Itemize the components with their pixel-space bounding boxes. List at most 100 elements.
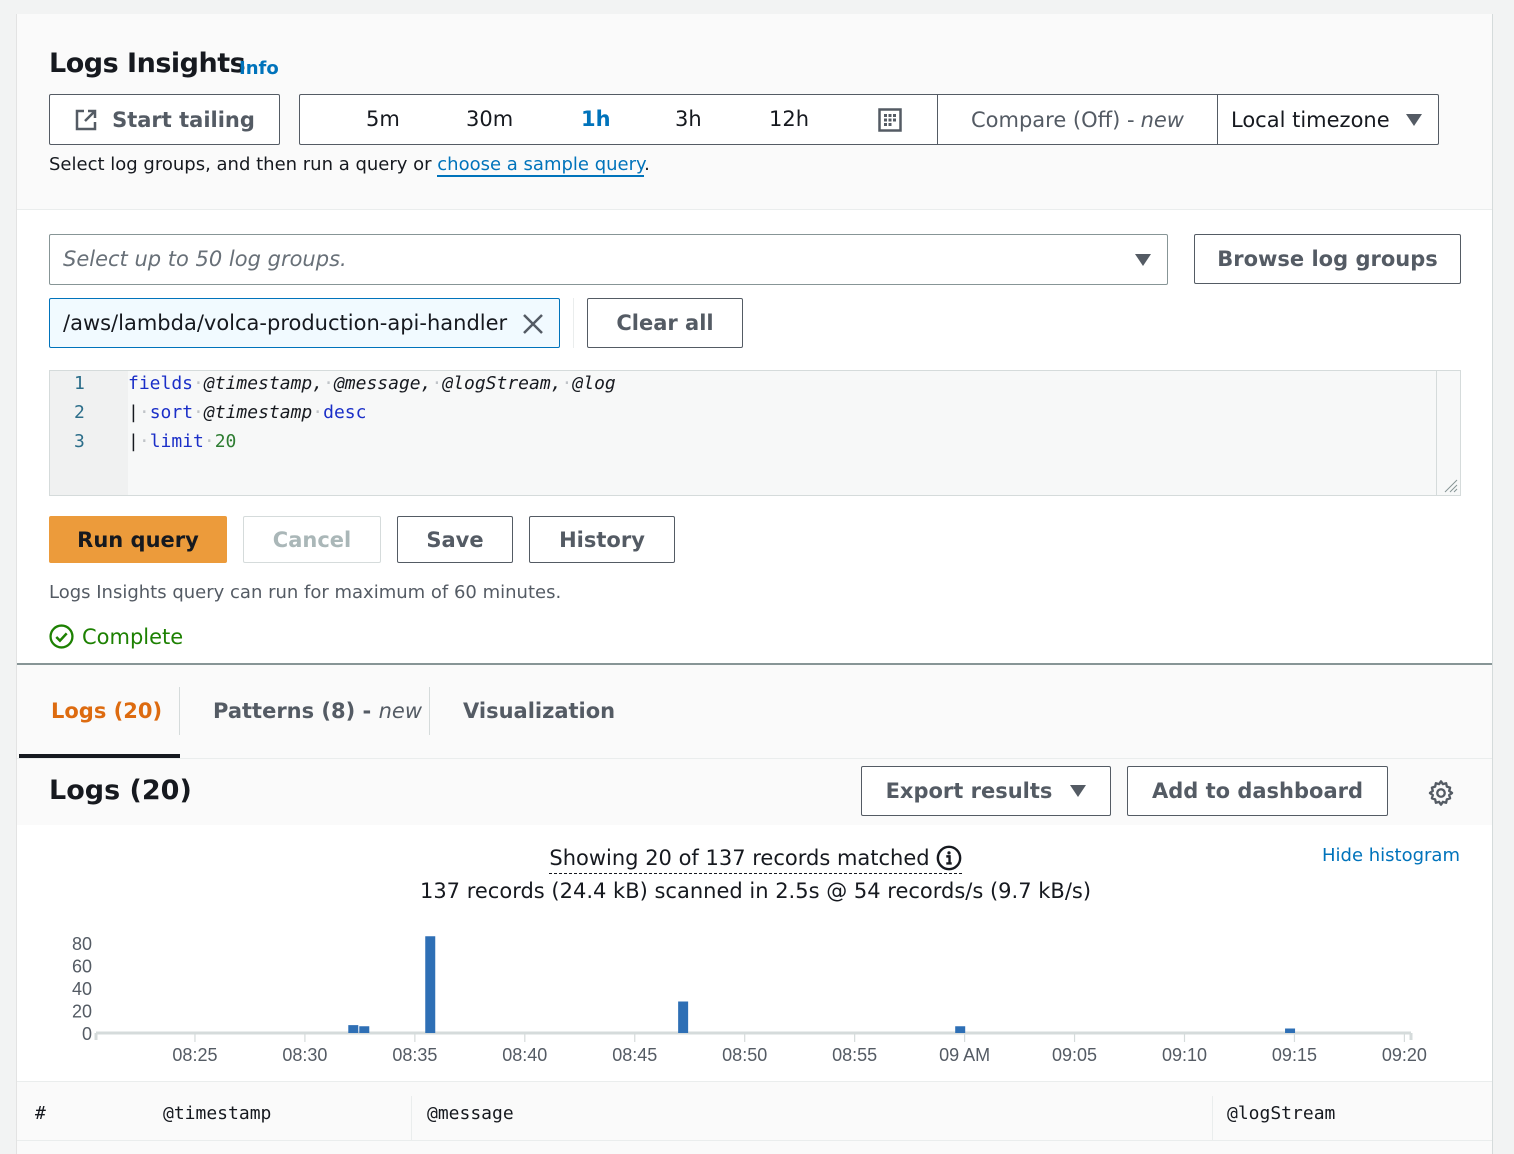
log-group-select[interactable]: Select up to 50 log groups. xyxy=(49,234,1168,285)
editor-scrollbar[interactable] xyxy=(1436,371,1460,495)
results-table-header: # @timestamp @message @logStream xyxy=(17,1081,1492,1141)
query-editor[interactable]: 1 2 3 fields·@timestamp,·@message,·@logS… xyxy=(49,370,1461,496)
history-button[interactable]: History xyxy=(529,516,675,563)
add-to-dashboard-button[interactable]: Add to dashboard xyxy=(1127,766,1388,816)
results-title: Logs (20) xyxy=(49,775,192,806)
timezone-select[interactable]: Local timezone xyxy=(1217,94,1439,145)
records-matched-label: Showing 20 of 137 records matched xyxy=(549,846,930,870)
caret-down-icon xyxy=(1406,114,1422,126)
tab-logs[interactable]: Logs (20) xyxy=(51,699,162,723)
external-link-icon xyxy=(75,109,97,130)
time-range-12h[interactable]: 12h xyxy=(769,107,809,131)
scan-stats: 137 records (24.4 kB) scanned in 2.5s @ … xyxy=(419,879,1092,903)
y-tick-label: 40 xyxy=(72,979,92,999)
log-group-placeholder: Select up to 50 log groups. xyxy=(63,247,347,271)
y-tick-label: 0 xyxy=(82,1024,92,1044)
column-divider[interactable] xyxy=(1212,1096,1213,1140)
line-number: 3 xyxy=(74,431,85,452)
query-section: Select up to 50 log groups. Browse log g… xyxy=(17,210,1492,665)
calendar-icon[interactable] xyxy=(878,108,902,132)
column-header-logstream[interactable]: @logStream xyxy=(1227,1103,1335,1124)
column-header-timestamp[interactable]: @timestamp xyxy=(163,1103,271,1124)
close-icon[interactable] xyxy=(521,312,545,336)
hint-prefix: Select log groups, and then run a query … xyxy=(49,154,438,175)
x-tick-label: 09:05 xyxy=(1052,1045,1097,1065)
x-tick-label: 08:30 xyxy=(282,1045,327,1065)
results-header: Logs (20) Export results Add to dashboar… xyxy=(17,759,1492,825)
tab-logs-label: Logs (20) xyxy=(51,699,163,723)
tab-divider xyxy=(179,687,180,735)
gear-icon[interactable] xyxy=(1427,779,1455,807)
tab-visualization-label: Visualization xyxy=(463,699,616,723)
histogram-bar xyxy=(348,1025,359,1033)
results-tabs: Logs (20) Patterns (8) - new Visualizati… xyxy=(17,667,1492,759)
logs-insights-page: Logs Insights Info Start tailing 5m 30m … xyxy=(16,14,1493,1154)
query-line-2: |·sort·@timestamp·desc xyxy=(128,402,367,423)
time-range-selector: 5m 30m 1h 3h 12h xyxy=(299,94,938,145)
column-header-index[interactable]: # xyxy=(35,1103,46,1124)
records-matched-summary: Showing 20 of 137 records matched xyxy=(17,845,1494,874)
browse-log-groups-button[interactable]: Browse log groups xyxy=(1194,234,1461,284)
info-link[interactable]: Info xyxy=(239,58,279,79)
divider xyxy=(573,298,574,348)
check-circle-icon xyxy=(49,624,74,649)
selected-log-group-token: /aws/lambda/volca-production-api-handler xyxy=(49,298,560,348)
column-header-message[interactable]: @message xyxy=(427,1103,514,1124)
x-tick-label: 08:25 xyxy=(172,1045,217,1065)
tab-patterns-label: Patterns (8) - xyxy=(213,699,379,723)
query-line-3: |·limit·20 xyxy=(128,431,237,452)
time-range-5m[interactable]: 5m xyxy=(366,107,400,131)
time-range-3h[interactable]: 3h xyxy=(675,107,702,131)
histogram-panel: 0 20 40 60 80 08:25 08:30 08:35 08:40 08:45 08:50 0… xyxy=(17,825,1492,1081)
y-tick-label: 60 xyxy=(72,957,92,977)
compare-toggle[interactable]: Compare (Off) - new xyxy=(937,94,1218,145)
histogram-bar xyxy=(359,1026,370,1033)
y-tick-label: 80 xyxy=(72,934,92,954)
header-section: Logs Insights Info Start tailing 5m 30m … xyxy=(17,14,1492,210)
selected-log-group-label: /aws/lambda/volca-production-api-handler xyxy=(63,311,508,335)
resize-handle-icon[interactable] xyxy=(1440,475,1458,493)
histogram-bar xyxy=(425,936,436,1033)
x-tick-label: 08:55 xyxy=(832,1045,877,1065)
column-divider[interactable] xyxy=(411,1096,412,1140)
x-tick-label: 08:35 xyxy=(392,1045,437,1065)
compare-new-badge: new xyxy=(1140,107,1184,132)
run-query-button[interactable]: Run query xyxy=(49,516,227,563)
sample-query-link[interactable]: choose a sample query xyxy=(437,154,645,177)
x-tick-label: 08:40 xyxy=(502,1045,547,1065)
tab-visualization[interactable]: Visualization xyxy=(463,699,615,723)
caret-down-icon xyxy=(1135,254,1151,266)
hint-suffix: . xyxy=(644,154,650,175)
save-button[interactable]: Save xyxy=(397,516,513,563)
x-tick-label: 08:45 xyxy=(612,1045,657,1065)
export-results-button[interactable]: Export results xyxy=(861,766,1111,816)
line-number: 1 xyxy=(74,373,85,394)
clear-all-button[interactable]: Clear all xyxy=(587,298,743,348)
query-duration-note: Logs Insights query can run for maximum … xyxy=(49,582,562,603)
tab-patterns[interactable]: Patterns (8) - new xyxy=(213,699,422,723)
time-range-1h[interactable]: 1h xyxy=(581,107,611,131)
cancel-button[interactable]: Cancel xyxy=(243,516,381,563)
histogram-bar xyxy=(678,1001,689,1033)
start-tailing-button[interactable]: Start tailing xyxy=(49,94,280,145)
line-number: 2 xyxy=(74,402,85,423)
tab-patterns-new-badge: new xyxy=(378,699,422,723)
page-title: Logs Insights xyxy=(49,48,246,79)
time-range-30m[interactable]: 30m xyxy=(466,107,513,131)
x-tick-label: 09:15 xyxy=(1272,1045,1317,1065)
histogram-bar xyxy=(955,1026,966,1033)
timezone-value: Local timezone xyxy=(1231,107,1390,132)
x-tick-label: 09:10 xyxy=(1162,1045,1207,1065)
hint-text: Select log groups, and then run a query … xyxy=(49,154,650,177)
line-number-gutter: 1 2 3 xyxy=(50,371,128,495)
query-line-1: fields·@timestamp,·@message,·@logStream,… xyxy=(128,373,616,394)
histogram-bar xyxy=(1285,1028,1296,1033)
info-icon[interactable] xyxy=(936,845,962,871)
x-tick-label: 09 AM xyxy=(939,1045,990,1065)
active-tab-indicator xyxy=(19,754,180,758)
hide-histogram-link[interactable]: Hide histogram xyxy=(1322,845,1460,866)
x-tick-label: 09:20 xyxy=(1382,1045,1427,1065)
compare-label: Compare (Off) - xyxy=(971,107,1135,132)
tab-divider xyxy=(429,687,430,735)
query-status: Complete xyxy=(49,624,183,649)
